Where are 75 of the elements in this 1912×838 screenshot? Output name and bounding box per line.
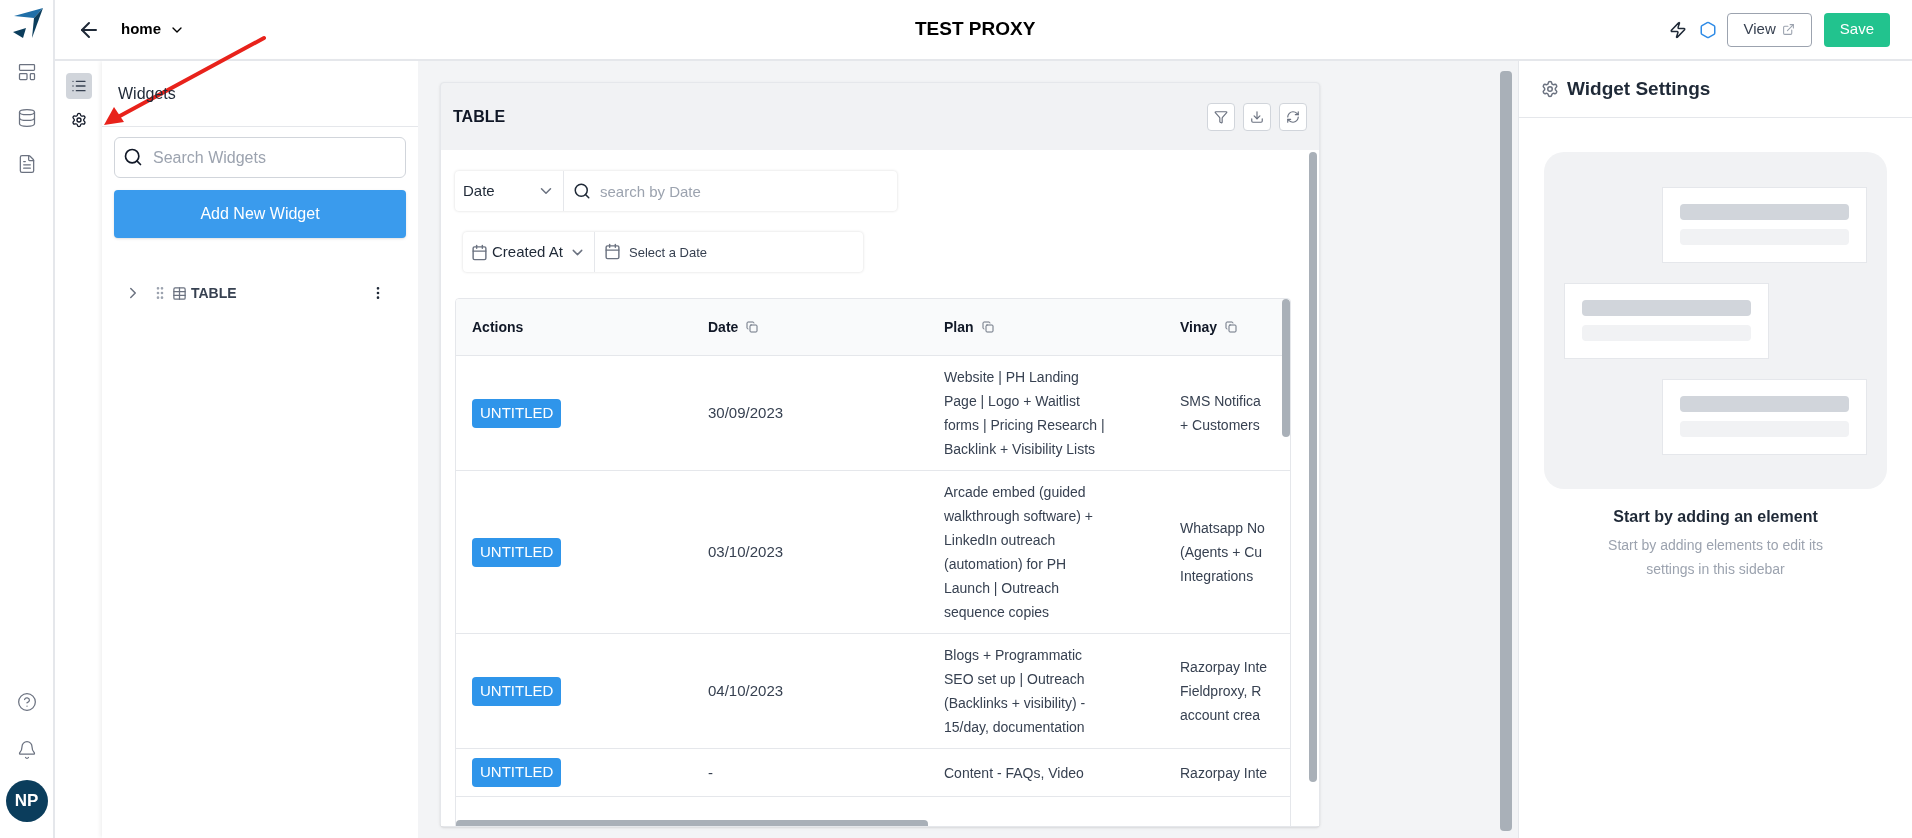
table-cell-line: Whatsapp No	[1180, 519, 1266, 538]
copy-icon[interactable]	[746, 321, 759, 333]
view-button[interactable]: View	[1726, 12, 1812, 47]
table-cell-line: LinkedIn outreach	[944, 531, 1057, 550]
filter-button[interactable]	[1207, 102, 1235, 131]
refresh-button[interactable]	[1279, 102, 1307, 131]
download-icon	[1250, 109, 1264, 124]
database-icon[interactable]	[16, 108, 37, 128]
table-cell-line: SEO set up | Outreach	[944, 670, 1086, 689]
table-cell-line: account crea	[1180, 706, 1262, 725]
table-cell-line: forms | Pricing Research |	[944, 416, 1106, 435]
table-cell: 04/10/2023	[708, 682, 784, 699]
user-avatar[interactable]: NP	[5, 780, 48, 822]
table-cell-line: Website | PH Landing	[944, 368, 1080, 387]
table-cell-line: Arcade embed (guided	[944, 483, 1087, 502]
table-cell-line: Page | Logo + Waitlist	[944, 392, 1081, 411]
table-cell: -	[708, 763, 713, 781]
table-cell-line: sequence copies	[944, 603, 1051, 622]
page-title: TEST PROXY	[915, 17, 1036, 42]
hexagon-icon[interactable]	[1698, 20, 1717, 39]
table-cell-line: Launch | Outreach	[944, 579, 1060, 598]
column-header: Date	[708, 317, 739, 337]
settings-icon	[1541, 80, 1559, 98]
download-button[interactable]	[1243, 102, 1271, 131]
table-cell-line: Backlink + Visibility Lists	[944, 440, 1097, 459]
page-selector[interactable]: home	[121, 18, 185, 41]
table-cell-line: Blogs + Programmatic	[944, 646, 1084, 665]
widget-title: TABLE	[453, 106, 506, 127]
list-icon	[70, 78, 87, 94]
date-column-select[interactable]: Created At	[463, 232, 595, 272]
empty-state-text: Start by adding elements to edit its settings in this sidebar	[1607, 536, 1824, 579]
filter-icon	[1214, 109, 1228, 124]
table-cell-line: (Agents + Cu	[1180, 543, 1264, 562]
copy-icon[interactable]	[981, 321, 994, 333]
table-cell-line: Razorpay Inte	[1180, 658, 1269, 677]
calendar-icon	[604, 243, 621, 260]
scrollbar[interactable]	[1500, 71, 1512, 831]
calendar-icon	[471, 243, 488, 261]
column-header: Plan	[944, 317, 974, 337]
table-cell-line: (automation) for PH	[944, 555, 1068, 574]
empty-state-title: Start by adding an element	[1613, 507, 1818, 527]
widget-list-tab[interactable]	[65, 73, 92, 99]
column-select[interactable]: Date	[455, 171, 564, 211]
column-header: Actions	[472, 317, 524, 337]
tree-item[interactable]: TABLE	[124, 278, 396, 308]
search-icon	[123, 147, 143, 167]
panel-title: Widget Settings	[1567, 76, 1711, 101]
column-header: Vinay	[1180, 317, 1218, 337]
help-icon[interactable]	[16, 692, 37, 712]
table-cell-line: SMS Notifica	[1180, 392, 1262, 411]
table-cell: 30/09/2023	[708, 404, 784, 421]
scrollbar[interactable]	[1282, 299, 1290, 437]
lightning-icon[interactable]	[1668, 20, 1687, 39]
table-search-field[interactable]: search by Date	[564, 171, 897, 211]
refresh-icon	[1286, 109, 1300, 124]
table-cell-line: Integrations	[1180, 567, 1255, 586]
search-icon	[573, 182, 591, 200]
table-cell-line: walkthrough software) +	[944, 507, 1095, 526]
tree-item-label: TABLE	[191, 283, 237, 303]
table-icon	[172, 285, 187, 301]
layout-icon[interactable]	[16, 62, 37, 82]
search-field[interactable]: Search Widgets	[114, 137, 406, 178]
table-cell-line: + Customers	[1180, 416, 1261, 435]
settings-icon	[70, 112, 87, 128]
table-cell-line: Fieldproxy, R	[1180, 682, 1263, 701]
table-cell-line: Content - FAQs, Video	[944, 763, 1085, 783]
table-cell-line: 15/day, documentation	[944, 718, 1086, 737]
date-picker-field[interactable]: Select a Date	[595, 232, 863, 272]
notification-icon[interactable]	[16, 740, 37, 760]
table-cell: 03/10/2023	[708, 543, 784, 560]
copy-icon[interactable]	[1225, 321, 1238, 333]
table-cell-line: (Backlinks + visibility) -	[944, 694, 1087, 713]
table-cell-line: Razorpay Inte	[1180, 763, 1269, 783]
scrollbar[interactable]	[1309, 152, 1317, 782]
external-link-icon	[1781, 23, 1795, 36]
